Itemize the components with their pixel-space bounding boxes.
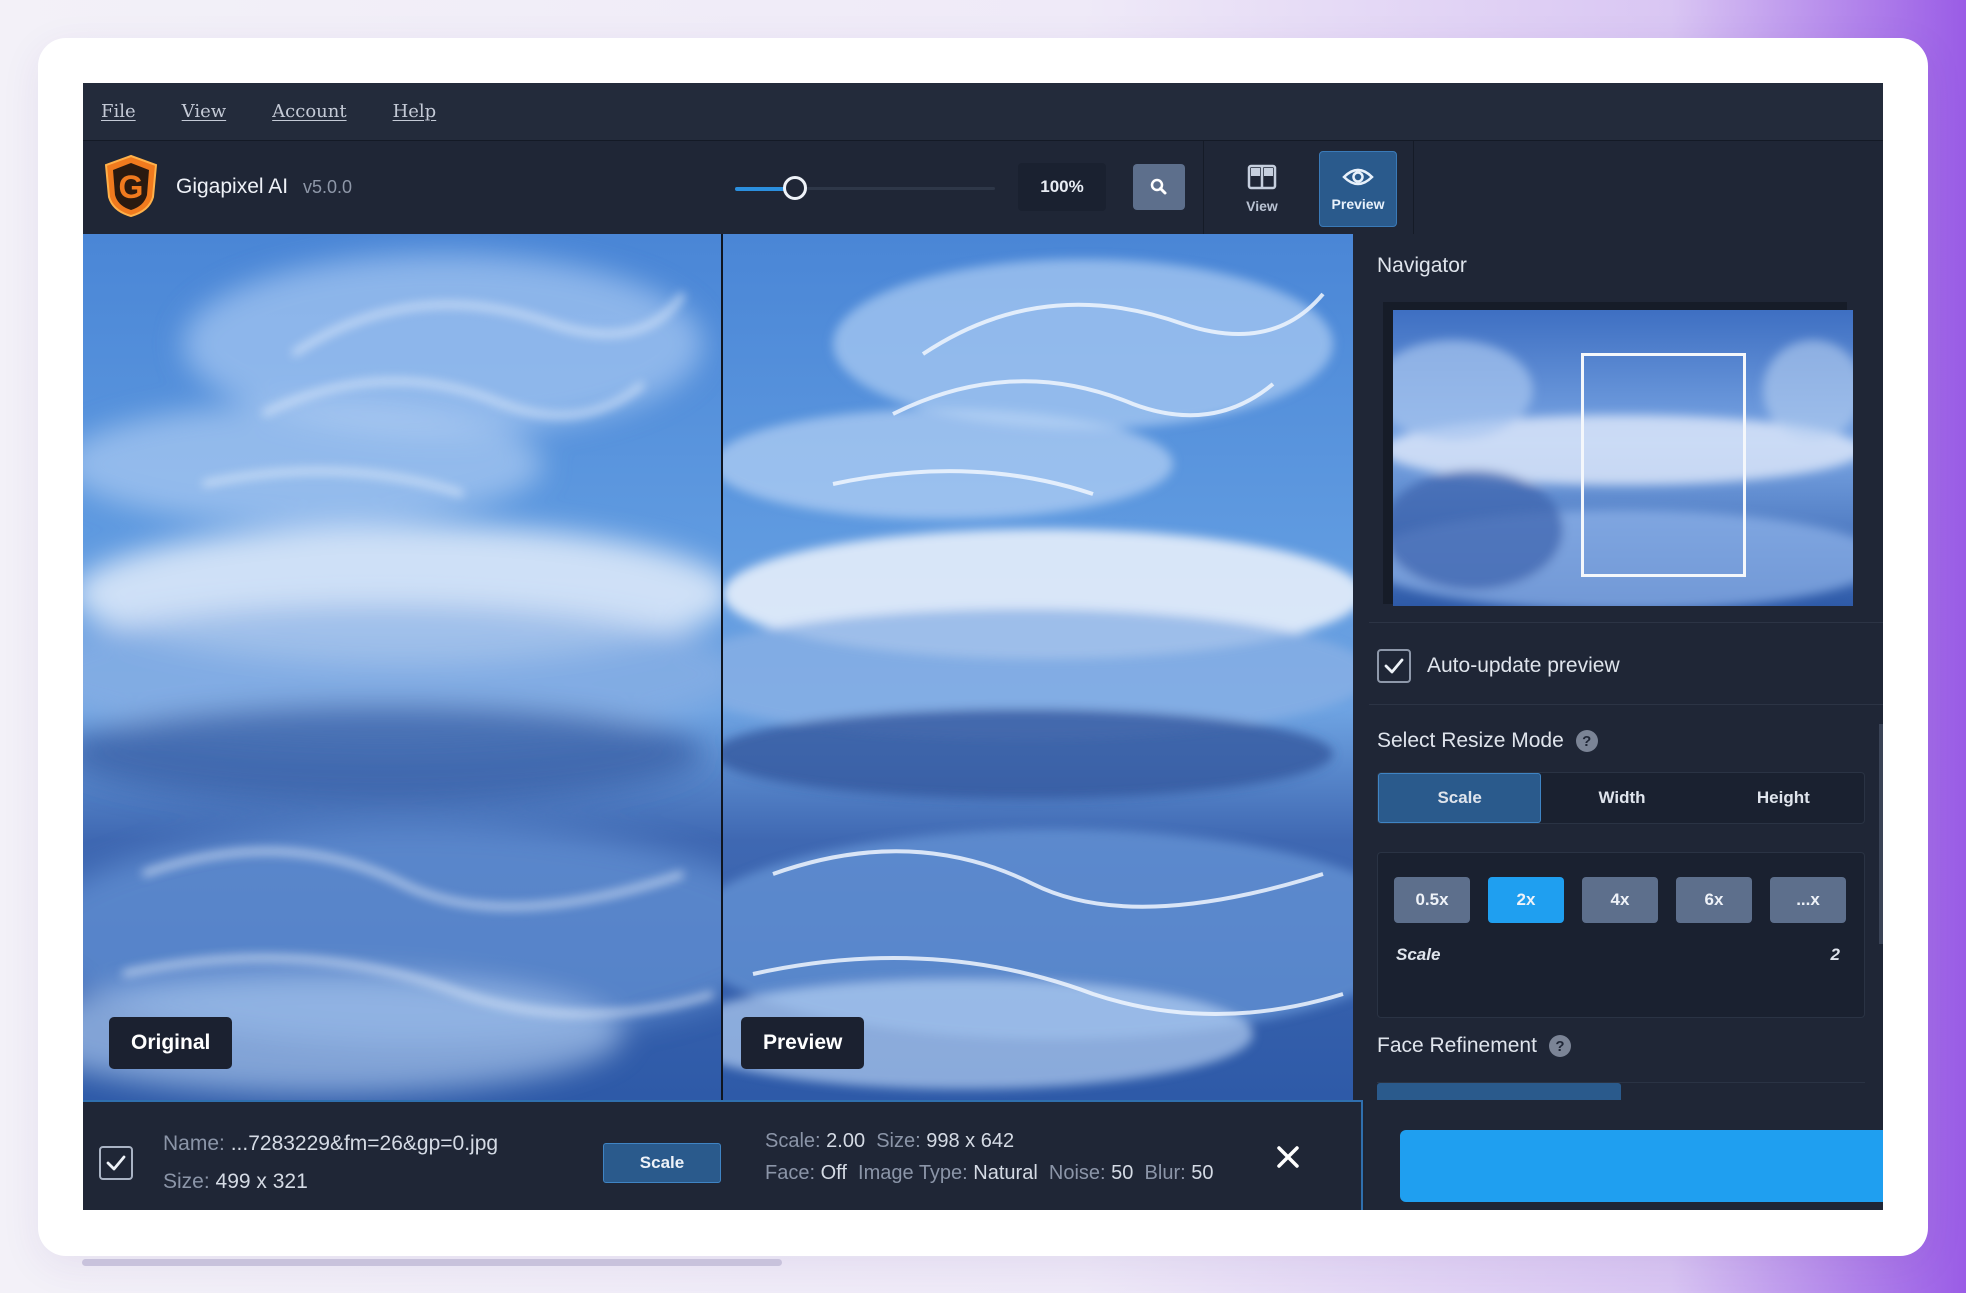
auto-update-label: Auto-update preview (1427, 654, 1620, 677)
search-icon (1150, 178, 1167, 195)
logo-letter: G (119, 169, 144, 205)
file-status-bar: Name: ...7283229&fm=26&gp=0.jpg Size: 49… (83, 1100, 1363, 1210)
output-scale-label: Scale: (765, 1130, 821, 1152)
sidebar-separator (1369, 622, 1883, 623)
check-icon (106, 1155, 126, 1171)
noise-label: Noise: (1048, 1162, 1106, 1184)
check-icon (1384, 658, 1404, 674)
app-window: File View Account Help G Gigapixel AI v5… (83, 83, 1883, 1210)
toolbar-separator (1413, 141, 1414, 235)
preview-button-label: Preview (1331, 196, 1385, 212)
help-icon[interactable]: ? (1575, 730, 1598, 752)
menu-account[interactable]: Account (272, 101, 346, 122)
navigator-frame (1383, 302, 1853, 606)
navigator-title: Navigator (1377, 254, 1467, 277)
view-button-label: View (1246, 198, 1278, 214)
scale-chip-4x[interactable]: 4x (1582, 877, 1658, 923)
preview-button[interactable]: Preview (1319, 151, 1397, 227)
image-type-value: Natural (973, 1162, 1038, 1184)
sidebar-separator (1369, 704, 1883, 705)
zoom-search-button[interactable] (1133, 164, 1185, 210)
app-logo: G (101, 153, 161, 219)
face-label: Face: (765, 1162, 816, 1184)
navigator-viewport-box[interactable] (1581, 353, 1746, 577)
scale-chip-6x[interactable]: 6x (1676, 877, 1752, 923)
menu-help[interactable]: Help (393, 101, 437, 122)
scale-chip-0-5x[interactable]: 0.5x (1394, 877, 1470, 923)
image-type-label: Image Type: (858, 1162, 968, 1184)
face-value: Off (820, 1162, 847, 1184)
output-size-value: 998 x 642 (926, 1130, 1015, 1152)
page-scrollbar[interactable] (82, 1259, 782, 1266)
resize-mode-selector: Scale Width Height (1377, 772, 1865, 824)
resize-mode-scale[interactable]: Scale (1378, 773, 1542, 823)
file-select-checkbox[interactable] (99, 1146, 133, 1180)
original-image-panel[interactable] (83, 234, 721, 1100)
toolbar-separator (1203, 141, 1204, 235)
preview-image-panel[interactable] (723, 234, 1353, 1100)
scale-value[interactable]: 2 (1831, 945, 1840, 965)
save-button[interactable] (1400, 1130, 1883, 1202)
close-icon (1277, 1146, 1299, 1168)
output-summary-line2: Face: Off Image Type: Natural Noise: 50 … (765, 1162, 1213, 1185)
blur-label: Blur: (1144, 1162, 1186, 1184)
file-name: Name: ...7283229&fm=26&gp=0.jpg (163, 1132, 498, 1156)
zoom-level-display[interactable]: 100% (1018, 163, 1106, 211)
scale-chip-2x[interactable]: 2x (1488, 877, 1564, 923)
output-summary-line1: Scale: 2.00 Size: 998 x 642 (765, 1130, 1014, 1153)
output-scale-value: 2.00 (826, 1130, 866, 1152)
eye-icon (1342, 168, 1374, 186)
app-name: Gigapixel AI (176, 175, 289, 198)
navigator-thumbnail[interactable] (1393, 310, 1853, 606)
scale-label: Scale (1396, 945, 1441, 964)
preview-label: Preview (741, 1017, 865, 1069)
file-name-label: Name: (163, 1132, 225, 1155)
file-mode-button[interactable]: Scale (603, 1143, 721, 1183)
face-refinement-heading: Face Refinement ? (1377, 1034, 1571, 1058)
toolbar: G Gigapixel AI v5.0.0 100% View Preview (83, 140, 1883, 235)
view-button[interactable]: View (1223, 151, 1301, 227)
resize-mode-heading: Select Resize Mode ? (1377, 729, 1598, 753)
file-name-value: ...7283229&fm=26&gp=0.jpg (230, 1132, 499, 1155)
noise-value: 50 (1111, 1162, 1134, 1184)
menu-view[interactable]: View (182, 101, 227, 122)
face-refinement-selector[interactable] (1377, 1082, 1865, 1103)
scale-options-box: 0.5x 2x 4x 6x ...x Scale 2 (1377, 852, 1865, 1018)
resize-mode-title: Select Resize Mode (1377, 729, 1564, 752)
settings-sidebar: Navigator Auto-update preview Select Res… (1353, 234, 1883, 1103)
file-size-label: Size: (163, 1170, 210, 1193)
zoom-slider-handle[interactable] (783, 176, 807, 200)
remove-file-button[interactable] (1273, 1142, 1303, 1172)
preview-image (723, 234, 1353, 1100)
menu-bar: File View Account Help (83, 83, 1883, 140)
view-split-icon (1247, 164, 1277, 190)
file-size-value: 499 x 321 (215, 1170, 308, 1193)
output-size-label: Size: (876, 1130, 921, 1152)
file-size: Size: 499 x 321 (163, 1170, 308, 1194)
resize-mode-width[interactable]: Width (1541, 773, 1702, 823)
sidebar-scrollbar[interactable] (1879, 724, 1883, 944)
auto-update-checkbox[interactable] (1377, 649, 1411, 683)
face-refinement-title: Face Refinement (1377, 1034, 1537, 1057)
zoom-slider-fill (735, 187, 790, 191)
app-version: v5.0.0 (303, 177, 353, 197)
original-label: Original (109, 1017, 233, 1069)
original-image (83, 234, 721, 1100)
resize-mode-height[interactable]: Height (1703, 773, 1864, 823)
blur-value: 50 (1191, 1162, 1214, 1184)
help-icon[interactable]: ? (1548, 1035, 1571, 1057)
scale-chip-custom[interactable]: ...x (1770, 877, 1846, 923)
menu-file[interactable]: File (101, 101, 136, 122)
